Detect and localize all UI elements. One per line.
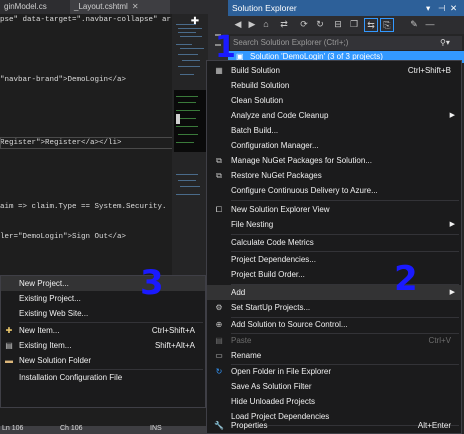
split-editor-icon[interactable]: ✚ bbox=[188, 16, 202, 28]
menu-item-project-build-order[interactable]: Project Build Order... bbox=[207, 267, 461, 282]
build-icon: ▦ bbox=[215, 66, 223, 75]
solution-explorer-title-bar: Solution Explorer ▾ ⊣ ✕ bbox=[228, 0, 464, 16]
wrench-icon: 🔧 bbox=[214, 421, 224, 430]
menu-item-batch-build[interactable]: Batch Build... bbox=[207, 123, 461, 138]
menu-item-existing-item[interactable]: ▤ Existing Item... Shift+Alt+A bbox=[1, 338, 205, 353]
nuget-icon: ⧉ bbox=[216, 156, 222, 165]
refresh-icon[interactable]: ↻ bbox=[314, 18, 326, 30]
menu-item-installation-config[interactable]: Installation Configuration File bbox=[1, 370, 205, 385]
dropdown-icon[interactable]: ▾ bbox=[426, 0, 430, 16]
new-item-icon: ✚ bbox=[5, 326, 13, 335]
code-line: pse" data-target=".navbar-collapse" ar bbox=[0, 16, 172, 24]
menu-item-project-dependencies[interactable]: Project Dependencies... bbox=[207, 252, 461, 267]
submenu-arrow-icon: ▶ bbox=[449, 289, 455, 296]
menu-item-build-solution[interactable]: ▦ Build Solution Ctrl+Shift+B bbox=[207, 63, 461, 78]
code-line: ler="DemoLogin">Sign Out</a> bbox=[0, 233, 127, 241]
menu-separator bbox=[231, 200, 459, 201]
pin-icon[interactable]: ⊣ bbox=[438, 0, 445, 16]
menu-item-configuration-manager[interactable]: Configuration Manager... bbox=[207, 138, 461, 153]
solution-explorer-toolbar: ◀ ▶ ⌂ ⇄ ⟳ ↻ ⊟ ❐ ⇆ ⎘ ✎ — bbox=[228, 16, 464, 34]
menu-item-new-project[interactable]: New Project... bbox=[1, 276, 205, 291]
collapse-all-icon[interactable]: ⊟ bbox=[332, 18, 344, 30]
pin-toolbar-icon[interactable]: — bbox=[424, 18, 436, 30]
menu-item-clean-solution[interactable]: Clean Solution bbox=[207, 93, 461, 108]
code-line: aim => claim.Type == System.Security. bbox=[0, 203, 167, 211]
minimap[interactable] bbox=[172, 14, 208, 276]
close-icon[interactable]: ✕ bbox=[132, 2, 139, 11]
rename-icon: ▭ bbox=[215, 351, 223, 360]
folder-icon: ▬ bbox=[5, 356, 13, 365]
menu-item-continuous-delivery[interactable]: Configure Continuous Delivery to Azure..… bbox=[207, 183, 461, 198]
code-line: "navbar-brand">DemoLogin</a> bbox=[0, 76, 127, 84]
tab-label: ginModel.cs bbox=[4, 2, 47, 11]
tab-label: _Layout.cshtml bbox=[74, 2, 128, 11]
properties-icon[interactable]: ✎ bbox=[408, 18, 420, 30]
menu-item-new-se-view[interactable]: ⧠ New Solution Explorer View bbox=[207, 202, 461, 217]
close-icon[interactable]: ✕ bbox=[450, 0, 457, 16]
forward-icon[interactable]: ▶ bbox=[246, 18, 258, 30]
solution-context-menu: ▦ Build Solution Ctrl+Shift+B Rebuild Solu… bbox=[206, 60, 462, 434]
panel-title: Solution Explorer bbox=[232, 3, 297, 13]
source-control-icon: ⊕ bbox=[215, 320, 223, 329]
sync-active-doc-icon[interactable]: ⇆ bbox=[364, 18, 378, 32]
preview-selected-icon[interactable]: ⎘ bbox=[380, 18, 394, 32]
gear-icon: ⚙ bbox=[215, 303, 223, 312]
search-input[interactable]: Search Solution Explorer (Ctrl+;) bbox=[233, 36, 348, 50]
tab-bar: ginModel.cs _Layout.cshtml ✕ bbox=[0, 0, 228, 14]
show-all-files-icon[interactable]: ❐ bbox=[348, 18, 360, 30]
annotation-number-1: 1 bbox=[215, 30, 236, 65]
restore-icon: ⧉ bbox=[216, 171, 222, 180]
menu-item-file-nesting[interactable]: File Nesting ▶ bbox=[207, 217, 461, 232]
menu-item-existing-website[interactable]: Existing Web Site... bbox=[1, 306, 205, 321]
menu-item-manage-nuget[interactable]: ⧉ Manage NuGet Packages for Solution... bbox=[207, 153, 461, 168]
status-insert-mode: INS bbox=[150, 425, 162, 432]
menu-item-add-source-control[interactable]: ⊕ Add Solution to Source Control... bbox=[207, 317, 461, 332]
paste-icon: ▤ bbox=[215, 336, 223, 345]
switch-views-icon[interactable]: ⇄ bbox=[278, 18, 290, 30]
new-view-icon: ⧠ bbox=[215, 205, 223, 214]
tab-login-model[interactable]: ginModel.cs bbox=[0, 0, 70, 14]
menu-item-new-item[interactable]: ✚ New Item... Ctrl+Shift+A bbox=[1, 323, 205, 338]
add-submenu: New Project... Existing Project... Exist… bbox=[0, 275, 206, 408]
back-icon[interactable]: ◀ bbox=[232, 18, 244, 30]
status-bar: Ln 106 Ch 106 INS bbox=[0, 425, 228, 434]
submenu-arrow-icon: ▶ bbox=[449, 221, 455, 228]
menu-item-existing-project[interactable]: Existing Project... bbox=[1, 291, 205, 306]
pending-changes-icon[interactable]: ⟳ bbox=[298, 18, 310, 30]
existing-item-icon: ▤ bbox=[5, 341, 13, 350]
menu-item-properties[interactable]: 🔧 Properties Alt+Enter bbox=[207, 418, 461, 433]
menu-item-rebuild-solution[interactable]: Rebuild Solution bbox=[207, 78, 461, 93]
search-icon[interactable]: ⚲▾ bbox=[440, 36, 450, 50]
annotation-number-2: 2 bbox=[394, 259, 418, 299]
menu-item-code-metrics[interactable]: Calculate Code Metrics bbox=[207, 235, 461, 250]
submenu-arrow-icon: ▶ bbox=[449, 112, 455, 119]
menu-item-set-startup[interactable]: ⚙ Set StartUp Projects... bbox=[207, 300, 461, 315]
menu-item-add[interactable]: Add ▶ bbox=[207, 285, 461, 300]
refresh-icon: ↻ bbox=[215, 367, 223, 376]
menu-item-paste[interactable]: ▤ Paste Ctrl+V bbox=[207, 333, 461, 348]
menu-item-restore-nuget[interactable]: ⧉ Restore NuGet Packages bbox=[207, 168, 461, 183]
minimap-preview bbox=[174, 24, 206, 195]
annotation-number-3: 3 bbox=[140, 263, 164, 303]
status-line: Ln 106 bbox=[2, 425, 24, 432]
solution-explorer-search[interactable]: Search Solution Explorer (Ctrl+;) ⚲▾ bbox=[230, 36, 462, 50]
menu-item-open-folder[interactable]: ↻ Open Folder in File Explorer bbox=[207, 364, 461, 379]
status-column: Ch 106 bbox=[60, 425, 83, 432]
tab-layout[interactable]: _Layout.cshtml ✕ bbox=[70, 0, 170, 14]
menu-item-new-solution-folder[interactable]: ▬ New Solution Folder bbox=[1, 353, 205, 368]
menu-item-hide-unloaded[interactable]: Hide Unloaded Projects bbox=[207, 394, 461, 409]
menu-item-save-filter[interactable]: Save As Solution Filter bbox=[207, 379, 461, 394]
menu-item-rename[interactable]: ▭ Rename bbox=[207, 348, 461, 363]
home-icon[interactable]: ⌂ bbox=[260, 18, 272, 30]
menu-item-analyze-cleanup[interactable]: Analyze and Code Cleanup ▶ bbox=[207, 108, 461, 123]
